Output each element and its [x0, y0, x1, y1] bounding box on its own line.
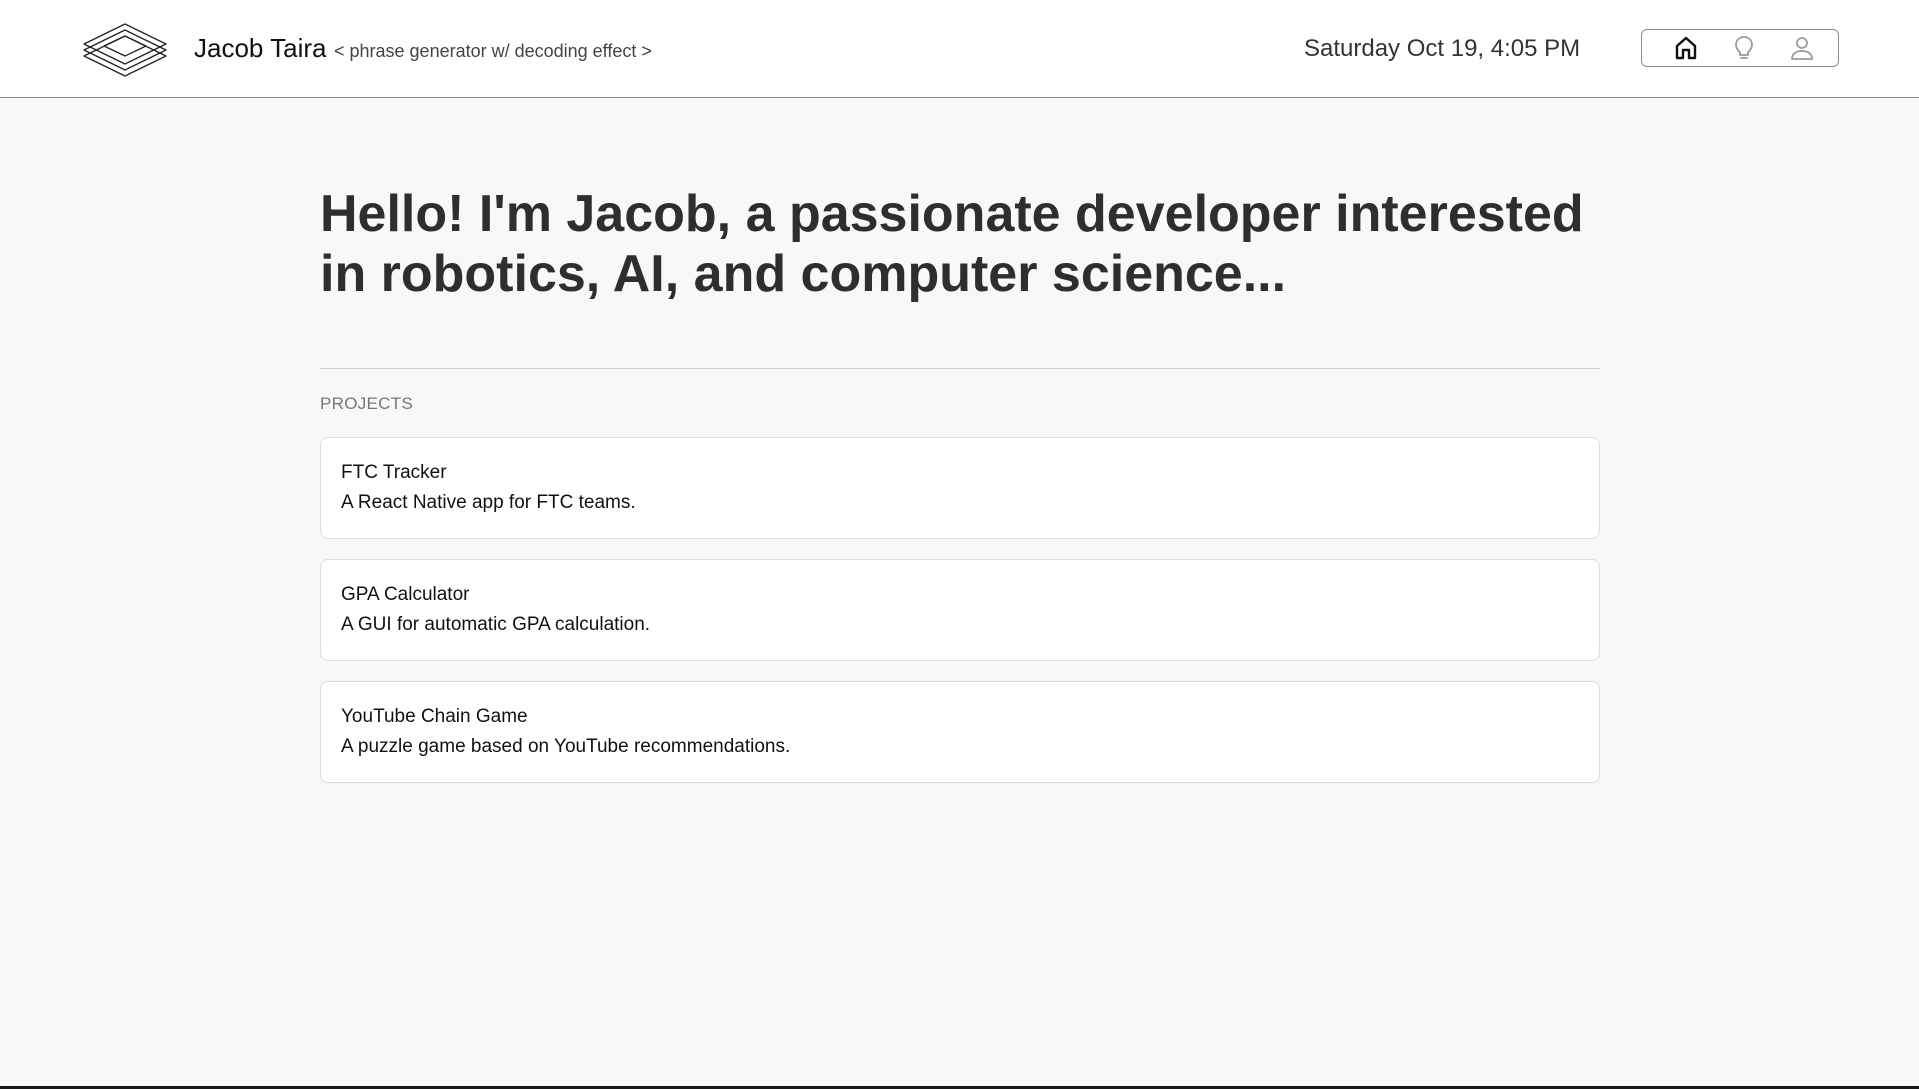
- nav-bar: [1641, 29, 1839, 67]
- project-card[interactable]: GPA Calculator A GUI for automatic GPA c…: [320, 559, 1600, 661]
- intro-headline: Hello! I'm Jacob, a passionate developer…: [320, 185, 1584, 303]
- current-datetime: Saturday Oct 19, 4:05 PM: [1304, 35, 1581, 62]
- project-card[interactable]: FTC Tracker A React Native app for FTC t…: [320, 437, 1600, 539]
- stacked-layers-icon[interactable]: [82, 22, 168, 78]
- project-description: A React Native app for FTC teams.: [341, 492, 636, 513]
- project-title: GPA Calculator: [341, 584, 470, 605]
- home-icon[interactable]: [1672, 34, 1700, 62]
- phrase-generator-tagline: < phrase generator w/ decoding effect >: [334, 41, 652, 61]
- project-description: A puzzle game based on YouTube recommend…: [341, 736, 791, 757]
- section-divider: [320, 368, 1600, 369]
- projects-section-label: PROJECTS: [320, 394, 414, 413]
- lightbulb-icon[interactable]: [1730, 34, 1758, 62]
- project-description: A GUI for automatic GPA calculation.: [341, 614, 651, 635]
- project-title: FTC Tracker: [341, 462, 447, 483]
- site-header: Jacob Taira < phrase generator w/ decodi…: [0, 0, 1919, 98]
- project-title: YouTube Chain Game: [341, 706, 528, 727]
- site-owner-name[interactable]: Jacob Taira: [194, 33, 327, 64]
- user-icon[interactable]: [1788, 34, 1816, 62]
- project-card[interactable]: YouTube Chain Game A puzzle game based o…: [320, 681, 1600, 783]
